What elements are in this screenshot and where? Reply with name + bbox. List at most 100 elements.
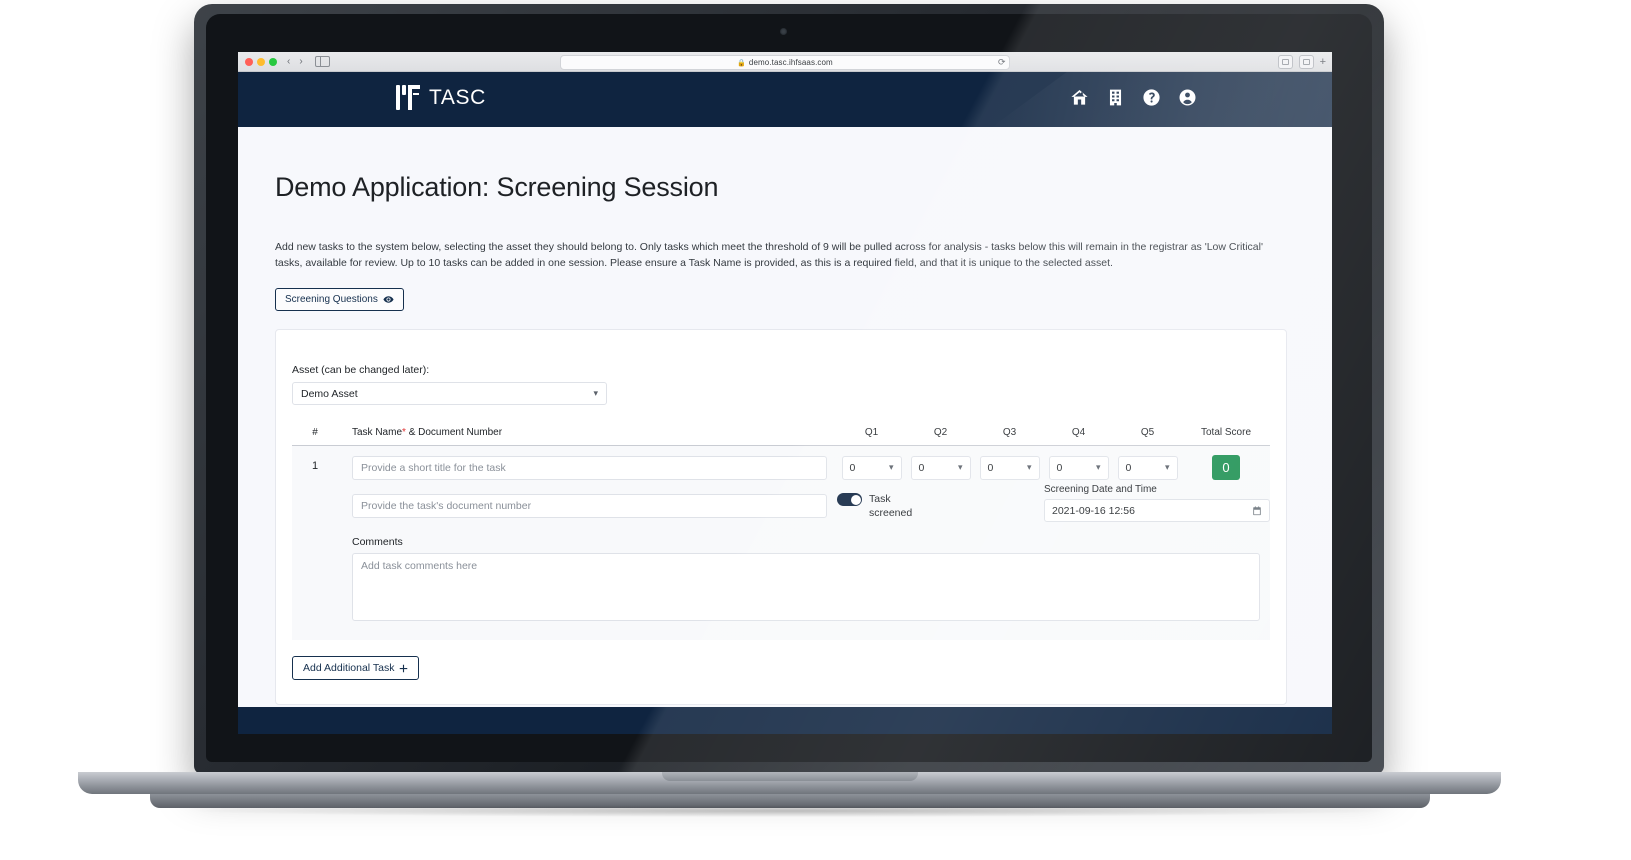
- comments-label: Comments: [352, 536, 403, 548]
- q2-cell: 0 ▾: [906, 446, 975, 481]
- close-window-button[interactable]: [245, 57, 253, 66]
- brand[interactable]: TASC: [396, 85, 486, 110]
- column-header-task-name: Task Name* & Document Number: [338, 427, 837, 446]
- navigation-buttons[interactable]: ‹ ›: [287, 56, 303, 67]
- screening-questions-label: Screening Questions: [285, 294, 378, 305]
- table-row: 1 0 ▾: [292, 445, 1270, 481]
- column-header-q1: Q1: [837, 427, 906, 446]
- column-header-total-score: Total Score: [1182, 427, 1270, 446]
- table-header-row: # Task Name* & Document Number Q1 Q2 Q3 …: [292, 427, 1270, 446]
- page-footer-band: [238, 707, 1332, 734]
- home-icon[interactable]: [1070, 88, 1089, 107]
- q5-value: 0: [1125, 461, 1132, 474]
- q4-select[interactable]: 0 ▾: [1048, 455, 1109, 480]
- calendar-icon[interactable]: [1252, 505, 1262, 516]
- table-row: Task screened Screening Date and Time 20…: [292, 480, 1270, 522]
- chevron-down-icon: ▾: [888, 462, 894, 472]
- browser-window: ‹ › 🔒 demo.tasc.ihfsaas.com ⟳ + TASC Dem…: [238, 52, 1332, 734]
- minimize-window-button[interactable]: [257, 57, 265, 66]
- page-title: Demo Application: Screening Session: [275, 172, 719, 202]
- column-header-q3: Q3: [975, 427, 1044, 446]
- task-table: # Task Name* & Document Number Q1 Q2 Q3 …: [292, 427, 1270, 640]
- q2-select[interactable]: 0 ▾: [910, 455, 971, 480]
- browser-chrome: ‹ › 🔒 demo.tasc.ihfsaas.com ⟳ +: [238, 52, 1332, 72]
- q3-select[interactable]: 0 ▾: [979, 455, 1040, 480]
- column-header-q2: Q2: [906, 427, 975, 446]
- chevron-down-icon: ▾: [593, 388, 598, 398]
- brand-name: TASC: [429, 85, 486, 109]
- user-account-icon[interactable]: [1178, 88, 1197, 107]
- laptop-base-notch: [662, 772, 918, 781]
- forward-icon[interactable]: ›: [299, 56, 302, 67]
- screenshot-stage: ‹ › 🔒 demo.tasc.ihfsaas.com ⟳ + TASC Dem…: [0, 0, 1631, 860]
- row-index: 1: [311, 460, 319, 472]
- laptop-shadow: [200, 805, 1380, 817]
- total-score-cell: 0: [1182, 446, 1270, 480]
- q4-value: 0: [1056, 461, 1063, 474]
- page-description: Add new tasks to the system below, selec…: [275, 241, 1263, 269]
- total-score-badge: 0: [1212, 455, 1240, 480]
- task-screened-label: Task screened: [869, 493, 913, 519]
- app-header: TASC: [238, 72, 1332, 127]
- chevron-down-icon: ▾: [1095, 462, 1101, 472]
- asset-select-value: Demo Asset: [301, 387, 358, 400]
- q5-select[interactable]: 0 ▾: [1117, 455, 1178, 480]
- eye-icon: [383, 296, 394, 303]
- screening-date-value: 2021-09-16 12:56: [1052, 504, 1135, 517]
- screening-date-cell: Screening Date and Time 2021-09-16 12:56: [1044, 480, 1270, 522]
- address-bar[interactable]: 🔒 demo.tasc.ihfsaas.com: [560, 55, 1010, 70]
- task-table-header: # Task Name* & Document Number Q1 Q2 Q3 …: [292, 427, 1270, 446]
- q1-value: 0: [849, 461, 856, 474]
- column-header-doc-number-text: & Document Number: [408, 427, 503, 438]
- q3-value: 0: [987, 461, 994, 474]
- help-icon[interactable]: [1142, 88, 1161, 107]
- column-header-q4: Q4: [1044, 427, 1113, 446]
- q5-cell: 0 ▾: [1113, 446, 1182, 481]
- lock-icon: 🔒: [737, 59, 746, 67]
- column-header-q5: Q5: [1113, 427, 1182, 446]
- back-icon[interactable]: ‹: [287, 56, 290, 67]
- task-name-cell: [338, 446, 837, 481]
- reload-icon[interactable]: ⟳: [998, 57, 1006, 68]
- comments-textarea[interactable]: [352, 553, 1260, 621]
- asset-label: Asset (can be changed later):: [292, 364, 430, 376]
- ihf-logo-icon: [396, 85, 420, 110]
- asset-field-group: Asset (can be changed later): Demo Asset…: [292, 364, 1270, 405]
- window-controls[interactable]: [245, 57, 277, 66]
- screening-date-label: Screening Date and Time: [1044, 484, 1157, 495]
- chevron-down-icon: ▾: [957, 462, 963, 472]
- task-name-input[interactable]: [352, 455, 827, 480]
- column-header-index: #: [292, 427, 338, 446]
- q2-value: 0: [918, 461, 925, 474]
- chrome-right-buttons: +: [1277, 55, 1326, 69]
- q1-cell: 0 ▾: [837, 446, 906, 481]
- comments-cell: Comments: [338, 522, 1270, 640]
- screening-form-card: Asset (can be changed later): Demo Asset…: [275, 329, 1287, 705]
- task-screened-toggle[interactable]: [837, 493, 862, 506]
- q3-cell: 0 ▾: [975, 446, 1044, 481]
- document-number-input[interactable]: [352, 493, 827, 518]
- required-marker: *: [402, 427, 406, 438]
- new-tab-icon[interactable]: +: [1320, 56, 1326, 69]
- chevron-down-icon: ▾: [1164, 462, 1170, 472]
- add-additional-task-button[interactable]: Add Additional Task: [292, 656, 420, 680]
- screening-questions-button[interactable]: Screening Questions: [275, 288, 404, 311]
- q1-select[interactable]: 0 ▾: [841, 455, 902, 480]
- q4-cell: 0 ▾: [1044, 446, 1113, 481]
- screening-date-input[interactable]: 2021-09-16 12:56: [1044, 499, 1270, 522]
- column-header-task-name-text: Task Name: [352, 427, 403, 438]
- page-content: Demo Application: Screening Session Add …: [238, 127, 1332, 707]
- chevron-down-icon: ▾: [1026, 462, 1032, 472]
- building-icon[interactable]: [1106, 88, 1125, 107]
- tabs-overview-icon[interactable]: [1298, 55, 1314, 69]
- table-row: Comments: [292, 522, 1270, 640]
- sidebar-toggle-icon[interactable]: [314, 56, 330, 67]
- add-additional-task-label: Add Additional Task: [303, 662, 395, 674]
- task-table-body: 1 0 ▾: [292, 445, 1270, 640]
- address-bar-url: demo.tasc.ihfsaas.com: [748, 58, 833, 67]
- share-icon[interactable]: [1277, 55, 1293, 69]
- task-screened-cell: Task screened: [837, 480, 1044, 522]
- asset-select[interactable]: Demo Asset ▾: [292, 382, 607, 405]
- maximize-window-button[interactable]: [269, 57, 277, 66]
- webcam: [780, 28, 787, 35]
